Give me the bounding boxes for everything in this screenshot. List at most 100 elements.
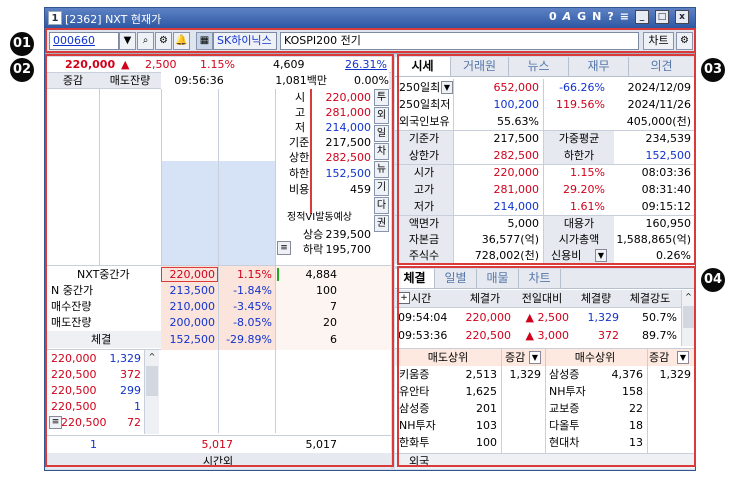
tab-news[interactable]: 뉴스 <box>509 57 569 76</box>
side-label-upper: 상한 <box>289 151 310 164</box>
trade-price-3: 220,500 <box>51 384 97 397</box>
alarm-bell-icon[interactable]: 🔔 <box>173 32 190 50</box>
info-label-high: 고가 <box>413 183 435 196</box>
buy-top-header: 매수상위 <box>574 351 616 364</box>
side-btn-investor[interactable]: 투 <box>374 89 389 106</box>
exec-col-price: 체결가 <box>469 292 501 305</box>
stock-code-input[interactable]: 000660 <box>49 32 119 50</box>
code-dropdown-button[interactable]: ▼ <box>119 32 136 50</box>
title-bar: 1 [2362] NXT 현재가 0 A G N ? ≡ _ □ x <box>45 8 695 28</box>
tab-exec[interactable]: 체결 <box>395 269 435 288</box>
sell-broker-4: NH투자 <box>399 419 436 432</box>
buy-broker-5-qty: 13 <box>629 436 643 449</box>
sell-broker-3-qty: 201 <box>476 402 497 415</box>
settings-icon[interactable]: ⚙ <box>155 32 172 50</box>
trade-qty-1: 1,329 <box>109 352 142 365</box>
trade-list-toggle-icon[interactable]: ≡ <box>49 416 62 429</box>
buy-broker-3: 교보증 <box>549 402 580 415</box>
up-arrow-icon: ▲ <box>121 58 130 71</box>
annotation-badge-04: 04 <box>701 268 725 292</box>
side-btn-foreign[interactable]: 외 <box>374 107 389 124</box>
col-change: 증감 <box>62 74 84 87</box>
tool-zero-icon[interactable]: 0 <box>549 10 557 24</box>
buy-sort-dropdown[interactable]: ▼ <box>677 351 689 364</box>
close-button[interactable]: x <box>675 10 689 24</box>
info-credit: 0.26% <box>656 249 691 262</box>
side-btn-multi[interactable]: 다 <box>374 197 389 214</box>
info-panel: 시세 거래원 뉴스 재무 의견 250일최 ▼ 652,000 -66.26% … <box>395 57 695 266</box>
side-info: 시 220,000 고 281,000 저 214,000 기준 217,500… <box>275 89 391 265</box>
side-btn-chart[interactable]: 차 <box>374 143 389 160</box>
exec-price: 220,000 <box>465 311 512 324</box>
exec-scrollbar[interactable]: ^ <box>681 290 695 346</box>
info-label-open: 시가 <box>413 166 435 179</box>
info-collateral: 160,950 <box>645 217 692 230</box>
tool-link-icon[interactable]: G <box>577 10 586 24</box>
app-icon: 1 <box>48 11 62 25</box>
tab-broker[interactable]: 거래원 <box>451 57 509 76</box>
tab-quote[interactable]: 시세 <box>395 57 451 76</box>
quote-time: 09:56:36 <box>161 72 237 89</box>
exec-diff: ▲ 3,000 <box>525 329 569 342</box>
tab-daily[interactable]: 일별 <box>435 269 477 288</box>
info-label-low: 저가 <box>413 200 435 213</box>
exec-strength: 50.7% <box>642 311 677 324</box>
price-change: 2,500 <box>145 58 177 71</box>
minimize-button[interactable]: _ <box>635 10 649 24</box>
sector-name: KOSPI200 전기 <box>280 32 639 50</box>
menu-icon[interactable]: ≡ <box>620 10 629 24</box>
stock-window: 1 [2362] NXT 현재가 0 A G N ? ≡ _ □ x 00066… <box>44 7 696 471</box>
tool-layout-icon[interactable]: N <box>592 10 601 24</box>
trade-list-scrollbar[interactable]: ^ <box>144 350 159 434</box>
title-tools: 0 A G N ? ≡ _ □ x <box>549 10 689 24</box>
nxt-label-n: N 중간가 <box>51 284 94 297</box>
side-upper: 282,500 <box>325 151 372 164</box>
info-250high-dropdown[interactable]: ▼ <box>441 81 453 94</box>
search-icon[interactable]: ⌕ <box>137 32 154 50</box>
info-shares: 728,002(천) <box>474 249 539 262</box>
side-btn-news[interactable]: 뉴 <box>374 161 389 178</box>
stock-logo-icon: ▦ <box>196 32 213 50</box>
info-tabs: 시세 거래원 뉴스 재무 의견 <box>395 57 695 77</box>
vi-down-value: 195,700 <box>325 243 372 256</box>
sell-broker-5: 한화투 <box>399 436 430 449</box>
sell-broker-3: 삼성증 <box>399 402 430 415</box>
side-btn-other[interactable]: 기 <box>374 179 389 196</box>
info-lower: 152,500 <box>645 149 692 162</box>
tab-volume-profile[interactable]: 매물 <box>477 269 519 288</box>
info-open-time: 08:03:36 <box>641 166 691 179</box>
tab-finance[interactable]: 재무 <box>569 57 629 76</box>
maximize-button[interactable]: □ <box>655 10 669 24</box>
sell-sort-dropdown[interactable]: ▼ <box>529 351 541 364</box>
exec-price: 220,500 <box>465 329 512 342</box>
info-mktcap: 1,588,865(억) <box>616 233 691 246</box>
tab-opinion[interactable]: 의견 <box>629 57 695 76</box>
side-btn-rights[interactable]: 권 <box>374 215 389 232</box>
info-open: 220,000 <box>493 166 540 179</box>
toolbar-settings-icon[interactable]: ⚙ <box>676 32 693 50</box>
info-high-time: 08:31:40 <box>641 183 691 196</box>
sell-broker-1: 키움증 <box>399 368 430 381</box>
list-toggle-icon[interactable]: ≡ <box>277 241 291 255</box>
tool-font-icon[interactable]: A <box>563 10 572 24</box>
tab-exec-chart[interactable]: 차트 <box>519 269 561 288</box>
info-label-base: 기준가 <box>408 132 440 145</box>
nxt-label-ask: 매도잔량 <box>51 316 92 329</box>
side-label-cost: 비용 <box>289 183 310 196</box>
nxt-ask-rate: -8.05% <box>233 316 272 329</box>
trade-qty-4: 1 <box>134 400 141 413</box>
col-sell-qty: 매도잔량 <box>109 74 151 87</box>
nxt-bid-price: 210,000 <box>169 300 216 313</box>
help-icon[interactable]: ? <box>607 10 613 24</box>
info-table: 250일최 ▼ 652,000 -66.26% 2024/12/09 250일최… <box>395 79 695 265</box>
buy-broker-5: 현대차 <box>549 436 580 449</box>
info-250high-date: 2024/12/09 <box>627 81 691 94</box>
trade-amount: 1,081백만 <box>237 72 327 89</box>
nxt-mid-rate: 1.15% <box>237 268 272 281</box>
side-btn-daily[interactable]: 일 <box>374 125 389 142</box>
nxt-label-bid: 매수잔량 <box>51 300 92 313</box>
sell-sort-label: 증감 <box>505 351 526 364</box>
chart-button[interactable]: 차트 <box>643 32 674 50</box>
exec-expand-icon[interactable]: + <box>398 292 410 304</box>
credit-dropdown[interactable]: ▼ <box>595 249 607 262</box>
